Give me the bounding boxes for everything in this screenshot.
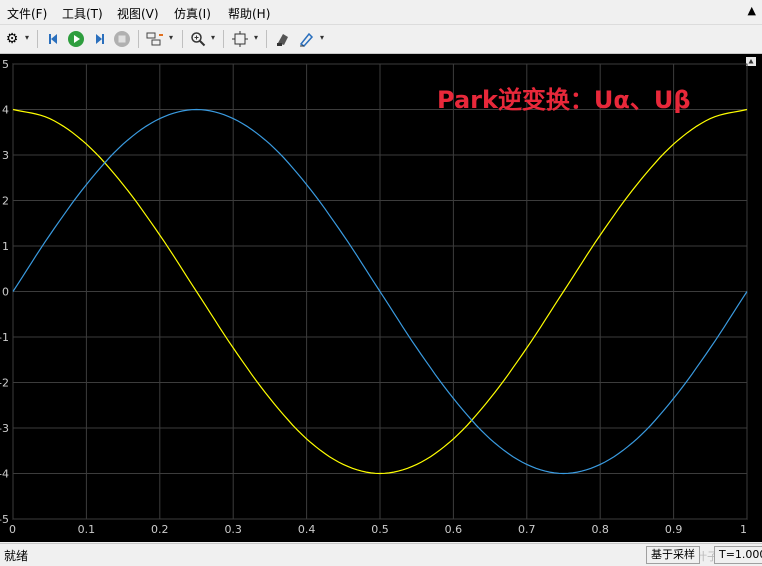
- status-ready: 就绪: [4, 549, 29, 563]
- toolbar-divider: [37, 30, 38, 48]
- x-tick-label: 0: [9, 523, 16, 536]
- menu-file[interactable]: 文件(F): [7, 5, 47, 22]
- x-tick-label: 0.5: [371, 523, 389, 536]
- y-tick-label: -5: [0, 513, 9, 526]
- chevron-down-icon[interactable]: ▾: [320, 33, 324, 42]
- y-tick-label: -1: [0, 331, 9, 344]
- chevron-down-icon[interactable]: ▾: [169, 33, 173, 42]
- y-tick-label: 1: [2, 240, 9, 253]
- time-indicator: T=1.000: [714, 546, 762, 564]
- fit-icon[interactable]: [230, 29, 250, 49]
- y-tick-label: -2: [0, 377, 9, 390]
- signal-icon[interactable]: [145, 29, 165, 49]
- chart-title: Park逆变换：Uα、Uβ: [437, 86, 691, 114]
- x-tick-label: 0.3: [224, 523, 242, 536]
- step-forward-icon[interactable]: [89, 29, 109, 49]
- scope-plot-area[interactable]: 0 0.1 0.2 0.3 0.4 0.5 0.6 0.7 0.8 0.9 1 5 4 3 2 1 0 -1 -2 -…: [0, 54, 762, 542]
- x-tick-label: 1: [740, 523, 747, 536]
- toolbar-divider: [138, 30, 139, 48]
- collapse-arrow-icon[interactable]: ▲: [748, 4, 756, 17]
- step-back-icon[interactable]: [44, 29, 64, 49]
- y-tick-label: 3: [2, 149, 9, 162]
- chevron-down-icon[interactable]: ▾: [211, 33, 215, 42]
- chevron-down-icon[interactable]: ▾: [25, 33, 29, 42]
- toolbar-divider: [266, 30, 267, 48]
- sample-mode-indicator[interactable]: 基于采样: [646, 546, 700, 564]
- stop-icon[interactable]: [112, 29, 132, 49]
- status-bar: 就绪 CSDN @叶子 基于采样 T=1.000: [0, 543, 762, 566]
- gear-icon[interactable]: ⚙: [2, 29, 22, 49]
- y-tick-label: 2: [2, 195, 9, 208]
- toolbar-divider: [182, 30, 183, 48]
- x-tick-label: 0.6: [445, 523, 463, 536]
- y-tick-label: -3: [0, 422, 9, 435]
- style-icon[interactable]: [273, 29, 293, 49]
- menu-bar: 文件(F) 工具(T) 视图(V) 仿真(I) 帮助(H) ▲: [0, 0, 762, 25]
- scope-chart[interactable]: 0 0.1 0.2 0.3 0.4 0.5 0.6 0.7 0.8 0.9 1 5 4 3 2 1 0 -1 -2 -…: [0, 54, 762, 542]
- menu-tools[interactable]: 工具(T): [62, 5, 103, 22]
- chevron-down-icon[interactable]: ▾: [254, 33, 258, 42]
- y-tick-label: 4: [2, 104, 9, 117]
- x-tick-label: 0.8: [591, 523, 609, 536]
- y-tick-label: 0: [2, 286, 9, 299]
- run-icon[interactable]: [66, 29, 86, 49]
- menu-simulation[interactable]: 仿真(I): [174, 5, 211, 22]
- x-tick-label: 0.2: [151, 523, 169, 536]
- y-tick-label: -4: [0, 468, 9, 481]
- toolbar-divider: [223, 30, 224, 48]
- x-tick-label: 0.7: [518, 523, 536, 536]
- x-tick-label: 0.4: [298, 523, 316, 536]
- x-tick-label: 0.9: [665, 523, 683, 536]
- menu-view[interactable]: 视图(V): [117, 5, 159, 22]
- x-tick-label: 0.1: [78, 523, 96, 536]
- toolbar: ⚙ ▾ ▾ ▾ ▾ ▾: [0, 25, 762, 54]
- menu-help[interactable]: 帮助(H): [228, 5, 270, 22]
- zoom-icon[interactable]: [188, 29, 208, 49]
- highlight-icon[interactable]: [296, 29, 316, 49]
- y-tick-label: 5: [2, 58, 9, 71]
